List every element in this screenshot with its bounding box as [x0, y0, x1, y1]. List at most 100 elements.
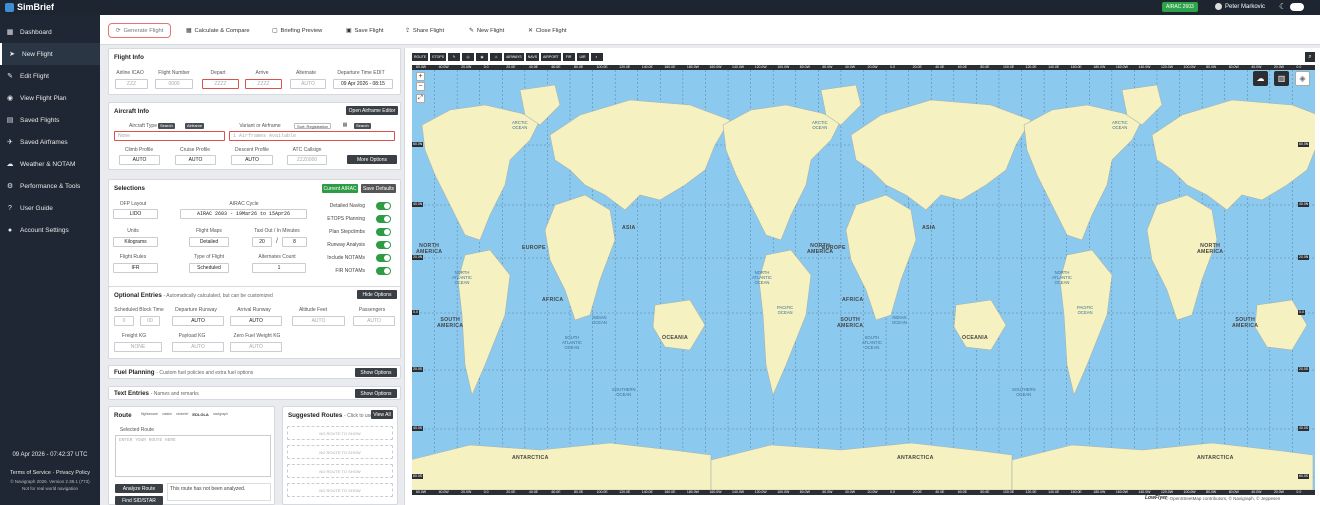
- new-flight-button[interactable]: ✎ New Flight: [469, 24, 504, 37]
- ofp-layout-select[interactable]: LIDO: [113, 209, 158, 219]
- runway-analysis-toggle[interactable]: [376, 241, 391, 249]
- block-minutes-input[interactable]: 00: [140, 316, 160, 326]
- privacy-link[interactable]: Privacy Policy: [56, 470, 90, 476]
- arrival-runway-select[interactable]: AUTO: [230, 316, 282, 326]
- search-icon[interactable]: ⌕: [1305, 52, 1315, 62]
- airac-cycle-select[interactable]: AIRAC 2603 - 19Mar26 to 15Apr26: [180, 209, 307, 219]
- terms-link[interactable]: Terms of Service: [10, 470, 51, 476]
- suggested-route-row[interactable]: NO ROUTE TO SHOW: [287, 483, 393, 497]
- map-tool-button[interactable]: ◐: [590, 53, 603, 61]
- briefing-preview-button[interactable]: ▢ Briefing Preview: [272, 24, 322, 37]
- current-airac-button[interactable]: Current AIRAC: [322, 184, 358, 193]
- close-flight-button[interactable]: ✕ Close Flight: [528, 24, 566, 37]
- analyze-route-button[interactable]: Analyze Route: [115, 484, 163, 493]
- departure-time-input[interactable]: 09 Apr 2026 - 08:15: [333, 79, 393, 89]
- airac-badge[interactable]: AIRAC 2603: [1162, 2, 1198, 12]
- sidebar-item-account-settings[interactable]: ● Account Settings: [0, 219, 100, 241]
- find-sid-star-button[interactable]: Find SID/STAR: [115, 496, 163, 505]
- freight-input[interactable]: NONE: [114, 342, 162, 352]
- hide-options-button[interactable]: Hide Options: [357, 290, 397, 299]
- block-hours-input[interactable]: 0: [114, 316, 134, 326]
- weather-layer-button[interactable]: ☁: [1253, 71, 1268, 86]
- fullscreen-icon[interactable]: ⤢: [416, 94, 425, 103]
- map-tool-button[interactable]: NAVS: [525, 53, 540, 61]
- provider-logo[interactable]: flightaware: [141, 412, 158, 417]
- map-tool-button[interactable]: ROUTE: [412, 53, 429, 61]
- sidebar-item-performance-tools[interactable]: ⚙ Performance & Tools: [0, 175, 100, 197]
- user-menu[interactable]: Peter Markovic: [1215, 3, 1265, 10]
- include-notams-toggle[interactable]: [376, 254, 391, 262]
- map-tool-button[interactable]: FIR: [562, 53, 575, 61]
- dark-mode-toggle[interactable]: [1290, 3, 1304, 11]
- world-map[interactable]: 60.0W 40.0W 20.0W 0.0 20.0E 40.0E 60.0E 80.0E 10…: [412, 65, 1315, 495]
- save-flight-button[interactable]: ▣ Save Flight: [346, 24, 383, 37]
- more-options-button[interactable]: More Options: [347, 155, 397, 164]
- calculate-compare-button[interactable]: ▦ Calculate & Compare: [186, 24, 250, 37]
- provider-logo[interactable]: vatsim: [162, 412, 172, 417]
- sort-select[interactable]: Sort: Registration: [294, 123, 331, 129]
- brand-logo[interactable]: SimBrief: [5, 2, 54, 12]
- sidebar-item-user-guide[interactable]: ? User Guide: [0, 197, 100, 219]
- aircraft-type-select[interactable]: None: [114, 131, 225, 141]
- save-defaults-button[interactable]: Save Defaults: [361, 184, 396, 193]
- variant-select[interactable]: 1 Airframes Available: [229, 131, 395, 141]
- suggested-route-row[interactable]: NO ROUTE TO SHOW: [287, 445, 393, 459]
- suggested-route-row[interactable]: NO ROUTE TO SHOW: [287, 464, 393, 478]
- etops-planning-toggle[interactable]: [376, 215, 391, 223]
- map-tool-button[interactable]: ◉: [476, 53, 489, 61]
- route-textarea[interactable]: ENTER YOUR ROUTE HERE: [115, 435, 271, 477]
- descent-profile-select[interactable]: AUTO: [231, 155, 273, 165]
- map-tool-button[interactable]: ETOPS: [430, 53, 447, 61]
- taxi-out-input[interactable]: 20: [252, 237, 272, 247]
- map-tool-button[interactable]: AIRWAYS: [504, 53, 524, 61]
- altitude-input[interactable]: AUTO: [292, 316, 345, 326]
- sidebar-item-dashboard[interactable]: ▦ Dashboard: [0, 21, 100, 43]
- airline-input[interactable]: ZZZ: [115, 79, 148, 89]
- provider-logo[interactable]: EDI-GLA: [192, 412, 208, 417]
- text-show-options-button[interactable]: Show Options: [355, 389, 397, 398]
- sidebar-item-weather-notam[interactable]: ☁ Weather & NOTAM: [0, 153, 100, 175]
- plan-stepclimbs-toggle[interactable]: [376, 228, 391, 236]
- airframe-tag[interactable]: Airframe: [185, 123, 205, 129]
- sidebar-item-edit-flight[interactable]: ✎ Edit Flight: [0, 65, 100, 87]
- flight-number-input[interactable]: 0000: [155, 79, 193, 89]
- sidebar-item-new-flight[interactable]: ➤ New Flight: [0, 43, 100, 65]
- map-tool-button[interactable]: UIR: [576, 53, 589, 61]
- zfw-input[interactable]: AUTO: [230, 342, 282, 352]
- sidebar-item-saved-flights[interactable]: ▤ Saved Flights: [0, 109, 100, 131]
- view-all-button[interactable]: View All: [371, 410, 393, 419]
- map-tool-button[interactable]: AIRPORT: [541, 53, 561, 61]
- zoom-out-button[interactable]: −: [416, 82, 425, 91]
- search-tag[interactable]: Search: [158, 123, 175, 129]
- flight-rules-select[interactable]: IFR: [113, 263, 158, 273]
- generate-flight-button[interactable]: ⟳ Generate Flight: [108, 23, 171, 38]
- payload-input[interactable]: AUTO: [172, 342, 224, 352]
- depart-input[interactable]: ZZZZ: [202, 79, 239, 89]
- units-select[interactable]: Kilograms: [113, 237, 158, 247]
- provider-logo[interactable]: simbrief: [176, 412, 188, 417]
- map-tool-button[interactable]: ◎: [462, 53, 475, 61]
- flight-type-select[interactable]: Scheduled: [189, 263, 229, 273]
- passengers-input[interactable]: AUTO: [353, 316, 395, 326]
- map-style-button[interactable]: ▥: [1274, 71, 1289, 86]
- zoom-in-button[interactable]: +: [416, 72, 425, 81]
- fir-notams-toggle[interactable]: [376, 267, 391, 275]
- provider-logo[interactable]: navigraph: [213, 412, 228, 417]
- sidebar-item-saved-airframes[interactable]: ✈ Saved Airframes: [0, 131, 100, 153]
- suggested-route-row[interactable]: NO ROUTE TO SHOW: [287, 426, 393, 440]
- fuel-show-options-button[interactable]: Show Options: [355, 368, 397, 377]
- variant-search-tag[interactable]: Search: [354, 123, 371, 129]
- map-tool-button[interactable]: ⚠: [490, 53, 503, 61]
- arrive-input[interactable]: ZZZZ: [245, 79, 282, 89]
- climb-profile-select[interactable]: AUTO: [119, 155, 160, 165]
- open-airframe-editor-button[interactable]: Open Airframe Editor: [346, 106, 398, 115]
- layers-button[interactable]: ◈: [1295, 71, 1310, 86]
- cruise-profile-select[interactable]: AUTO: [175, 155, 216, 165]
- departure-runway-select[interactable]: AUTO: [172, 316, 224, 326]
- alternate-select[interactable]: AUTO: [290, 79, 326, 89]
- detailed-navlog-toggle[interactable]: [376, 202, 391, 210]
- atc-callsign-input[interactable]: ZZZ0000: [287, 155, 327, 165]
- map-tool-button[interactable]: ✎: [448, 53, 461, 61]
- sidebar-item-view-flight-plan[interactable]: ◉ View Flight Plan: [0, 87, 100, 109]
- share-flight-button[interactable]: ⇪ Share Flight: [405, 24, 444, 37]
